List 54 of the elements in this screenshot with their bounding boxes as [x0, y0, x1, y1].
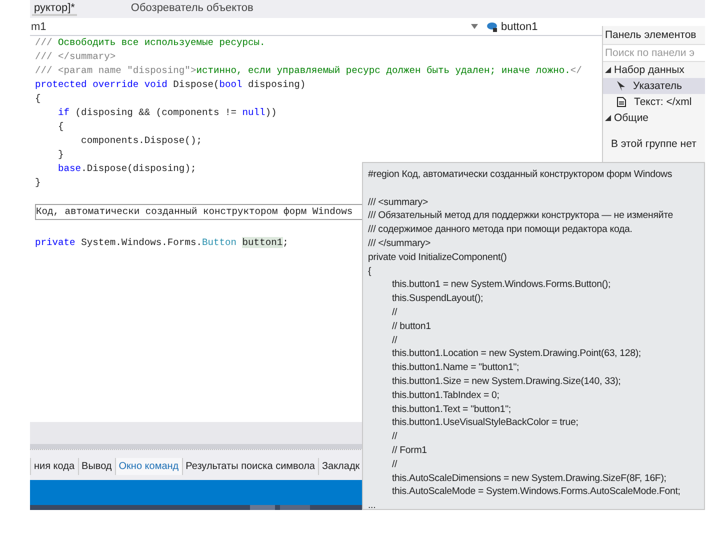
code-line: this.button1.Size = new System.Drawing.Size(140, 33); — [391, 374, 621, 389]
code-line: this.SuspendLayout(); — [391, 292, 484, 306]
search-field[interactable]: Поиск по панели э — [603, 44, 705, 62]
code-line: this.button1 = new System.Windows.Forms.Button(); — [391, 278, 611, 292]
code-line: // — [391, 458, 398, 472]
code-line: protected override void Dispose(bool disposing) — [35, 78, 306, 92]
panel-tab[interactable]: Результаты поиска символа — [182, 458, 318, 474]
empty-group-note: В этой группе нет — [611, 138, 696, 150]
code-line: this.button1.Text = "button1"; — [391, 402, 511, 416]
panel-tab[interactable]: ния кода — [30, 458, 78, 474]
toolbox-item[interactable]: Указатель — [603, 78, 705, 94]
code-line: /// Освободить все используемые ресурсы. — [35, 36, 266, 50]
code-line: // — [391, 306, 398, 320]
code-line: /// <param name "disposing">истинно, если управляемый ресурс должен быть удален; иначе ложно.</ — [35, 64, 582, 78]
code-line: ... — [368, 499, 376, 509]
code-line: private System.Windows.Forms.Button button1; — [35, 236, 288, 250]
pointer-icon — [617, 81, 625, 91]
expanded-triangle-icon[interactable] — [605, 67, 611, 73]
document-tab[interactable]: Обозреватель объектов — [128, 2, 256, 16]
class-dropdown[interactable]: m1 — [30, 20, 471, 32]
code-line: } — [35, 176, 41, 190]
panel-tab[interactable]: Окно команд — [114, 458, 182, 474]
code-line: // — [391, 334, 398, 348]
code-line: #region Код, автоматически созданный конструктором форм Windows — [368, 168, 672, 182]
code-line: this.button1.Name = "button1"; — [391, 361, 520, 375]
code-line: { — [35, 92, 41, 106]
code-line: /// </summary> — [368, 236, 431, 251]
code-line: this.button1.Location = new System.Drawing.Point(63, 128); — [391, 347, 641, 362]
code-line: components.Dispose(); — [80, 134, 202, 148]
code-line: { — [57, 120, 64, 134]
field-icon — [486, 21, 498, 32]
code-line: this.AutoScaleDimensions = new System.Drawing.SizeF(8F, 16F); — [391, 472, 666, 486]
document-icon — [617, 97, 626, 107]
code-line: } — [57, 148, 64, 162]
code-line: // — [391, 430, 398, 444]
toolbox-item[interactable]: Текст: </xml — [603, 94, 705, 110]
code-line: private void InitializeComponent() — [368, 250, 507, 265]
code-line: base.Dispose(disposing); — [57, 162, 196, 176]
code-line: // button1 — [391, 320, 431, 334]
code-line: { — [368, 264, 372, 278]
caret-icon[interactable] — [471, 24, 478, 29]
code-line: if (disposing && (components != null)) — [57, 106, 277, 120]
group-header[interactable]: Набор данных — [614, 64, 684, 76]
document-tab[interactable]: руктор]* — [32, 2, 77, 16]
group-header[interactable]: Общие — [614, 112, 649, 124]
code-line: this.AutoScaleMode = System.Windows.Forms.AutoScaleMode.Font; — [391, 485, 680, 500]
member-dropdown[interactable]: button1 — [482, 20, 602, 32]
code-line: /// </summary> — [35, 50, 116, 64]
panel-title: Панель элементов — [605, 29, 696, 41]
code-line: this.button1.TabIndex = 0; — [391, 388, 500, 403]
code-line: /// содержимое данного метода при помощи редактора кода. — [368, 223, 632, 237]
code-line: // Form1 — [391, 444, 427, 458]
expanded-triangle-icon[interactable] — [605, 115, 611, 121]
code-line: this.button1.UseVisualStyleBackColor = true; — [391, 416, 578, 430]
